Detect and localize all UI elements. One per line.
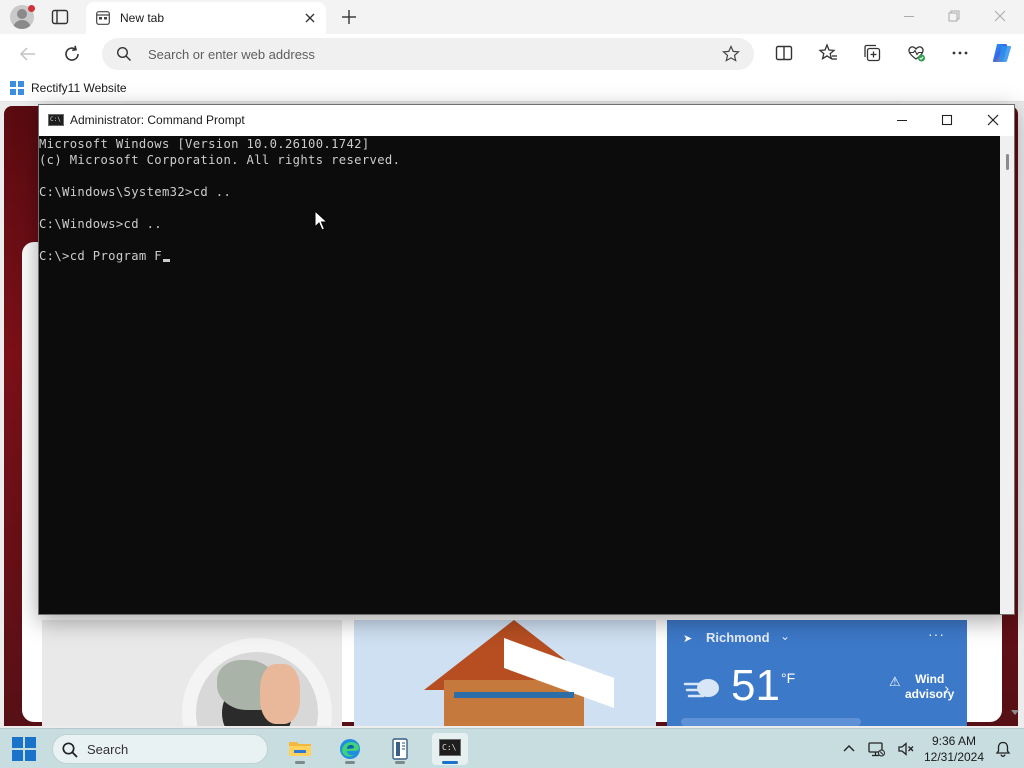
weather-temperature: 51 bbox=[731, 661, 780, 710]
tab-title: New tab bbox=[120, 11, 165, 25]
back-arrow-icon[interactable] bbox=[18, 44, 38, 64]
weather-card[interactable]: ➤ Richmond ⌄ ··· 51 °F ⚠ Wind advisory › bbox=[667, 620, 967, 726]
refresh-icon[interactable] bbox=[62, 44, 82, 64]
file-explorer-folder-icon bbox=[289, 742, 311, 756]
close-window-icon[interactable] bbox=[992, 8, 1008, 24]
cmd-title-bar[interactable]: C:\ Administrator: Command Prompt bbox=[39, 105, 1014, 136]
cmd-minimize-icon[interactable] bbox=[894, 112, 910, 128]
favorites-bar: Rectify11 Website bbox=[0, 74, 1024, 102]
network-monitor-icon[interactable] bbox=[867, 740, 885, 758]
collections-icon[interactable] bbox=[862, 43, 882, 63]
restore-icon[interactable] bbox=[946, 8, 962, 24]
start-windows-icon[interactable] bbox=[12, 737, 36, 761]
minimize-icon[interactable] bbox=[901, 8, 917, 24]
browser-toolbar bbox=[0, 34, 1024, 74]
add-favorite-star-icon[interactable] bbox=[722, 45, 740, 63]
browser-tab-strip: New tab bbox=[0, 0, 1024, 34]
weather-location[interactable]: Richmond bbox=[706, 630, 770, 645]
location-arrow-icon: ➤ bbox=[683, 633, 693, 645]
taskbar-file-explorer[interactable] bbox=[282, 733, 318, 765]
console-current-command[interactable]: C:\>cd Program F bbox=[39, 249, 162, 263]
taskbar-edge[interactable] bbox=[332, 733, 368, 765]
taskbar-search-box[interactable]: Search bbox=[52, 734, 268, 764]
notepad-icon bbox=[392, 738, 408, 760]
tab-actions-icon[interactable] bbox=[50, 7, 70, 27]
search-icon bbox=[116, 46, 132, 62]
notifications-bell-icon[interactable] bbox=[994, 740, 1012, 758]
volume-muted-icon[interactable] bbox=[897, 740, 915, 758]
clock-time: 9:36 AM bbox=[931, 734, 977, 748]
split-screen-icon[interactable] bbox=[774, 43, 794, 63]
mouse-pointer-icon bbox=[314, 210, 328, 231]
weather-unit[interactable]: °F bbox=[781, 670, 795, 686]
favorites-icon[interactable] bbox=[818, 43, 838, 63]
close-tab-icon[interactable] bbox=[302, 10, 318, 26]
windows-logo-icon bbox=[10, 81, 24, 95]
weather-forecast-strip bbox=[681, 718, 861, 726]
cmd-window-title: Administrator: Command Prompt bbox=[70, 113, 245, 127]
taskbar-notepad[interactable] bbox=[382, 733, 418, 765]
clock-date: 12/31/2024 bbox=[923, 750, 985, 764]
search-icon bbox=[62, 742, 78, 758]
command-prompt-window[interactable]: C:\ Administrator: Command Prompt Micros… bbox=[38, 104, 1015, 615]
console-line: C:\Windows\System32>cd .. bbox=[39, 185, 232, 199]
edge-browser-icon bbox=[340, 739, 360, 759]
warning-icon: ⚠ bbox=[889, 674, 901, 689]
more-options-icon[interactable] bbox=[950, 43, 970, 63]
favorite-label: Rectify11 Website bbox=[31, 81, 127, 95]
windows-taskbar: Search C:\ 9:36 AM 12/31/2024 bbox=[0, 728, 1024, 768]
news-card-washer[interactable] bbox=[42, 620, 342, 726]
taskbar-clock[interactable]: 9:36 AM 12/31/2024 bbox=[922, 733, 986, 765]
cmd-icon-text: C:\ bbox=[442, 743, 457, 752]
hand-image bbox=[260, 664, 300, 724]
console-scrollbar[interactable] bbox=[1000, 136, 1014, 614]
copilot-icon[interactable] bbox=[990, 41, 1014, 65]
console-input-line[interactable]: C:\>cd Program F bbox=[39, 248, 1001, 264]
tab-new-tab[interactable]: New tab bbox=[86, 2, 326, 34]
console-line: Microsoft Windows [Version 10.0.26100.17… bbox=[39, 137, 370, 151]
command-prompt-app-icon: C:\ bbox=[48, 114, 64, 126]
taskbar-command-prompt[interactable]: C:\ bbox=[432, 733, 468, 765]
profile-notification-dot bbox=[28, 5, 35, 12]
house-pergola bbox=[454, 692, 574, 698]
page-scroll-down-icon[interactable] bbox=[1010, 702, 1020, 722]
new-tab-page-icon bbox=[96, 11, 110, 25]
show-hidden-icons-chevron-icon[interactable] bbox=[840, 740, 858, 758]
new-tab-plus-icon[interactable] bbox=[340, 8, 358, 26]
address-bar[interactable] bbox=[102, 38, 754, 70]
command-prompt-icon: C:\ bbox=[439, 739, 461, 756]
console-output[interactable]: Microsoft Windows [Version 10.0.26100.17… bbox=[39, 136, 1001, 614]
taskbar-search-label: Search bbox=[87, 742, 129, 757]
wind-cloud-icon bbox=[683, 679, 719, 698]
chevron-right-icon[interactable]: › bbox=[944, 680, 949, 696]
browser-essentials-heart-icon[interactable] bbox=[906, 43, 926, 63]
text-cursor-caret bbox=[163, 259, 170, 262]
console-line: (c) Microsoft Corporation. All rights re… bbox=[39, 153, 401, 167]
cmd-close-icon[interactable] bbox=[985, 112, 1001, 128]
cmd-maximize-icon[interactable] bbox=[939, 112, 955, 128]
chevron-down-icon[interactable]: ⌄ bbox=[780, 629, 790, 643]
address-input[interactable] bbox=[148, 44, 708, 64]
console-scrollbar-thumb[interactable] bbox=[1006, 154, 1009, 170]
weather-more-icon[interactable]: ··· bbox=[928, 626, 945, 642]
news-card-house[interactable] bbox=[354, 620, 656, 726]
favorite-rectify11-website[interactable]: Rectify11 Website bbox=[10, 79, 127, 97]
console-line: C:\Windows>cd .. bbox=[39, 217, 162, 231]
